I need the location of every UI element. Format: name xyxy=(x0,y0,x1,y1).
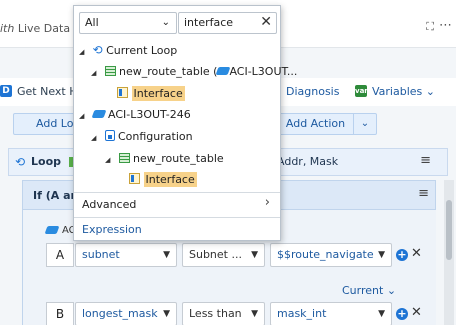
condition-operator-select[interactable]: Less than ▼ xyxy=(182,302,265,325)
condition-letter: A xyxy=(46,243,74,267)
tree-node-configuration[interactable]: ◢ Configuration xyxy=(91,127,193,147)
get-next-icon: D xyxy=(0,85,12,97)
tree-node-label: Current Loop xyxy=(106,44,178,57)
tree-node-label: Interface xyxy=(131,86,185,101)
tree-node-label: Interface xyxy=(143,172,197,187)
if-menu-icon[interactable]: ≡ xyxy=(418,186,429,201)
collapse-icon[interactable]: ◢ xyxy=(105,150,115,170)
clear-search-icon[interactable]: ✕ xyxy=(260,12,272,32)
collapse-icon[interactable]: ◢ xyxy=(79,106,89,126)
condition-field-select[interactable]: longest_mask ▼ xyxy=(75,302,177,325)
chevron-down-icon: ▼ xyxy=(163,250,170,260)
variables-dropdown[interactable]: Variables ⌄ xyxy=(372,85,435,98)
field-icon xyxy=(129,173,140,184)
field-icon xyxy=(117,87,128,98)
diagnosis-button[interactable]: Diagnosis xyxy=(286,85,339,98)
tree-node-label: ACI-L3OUT-246 xyxy=(108,108,191,121)
add-loop-button[interactable]: Add Lo xyxy=(13,113,75,135)
condition-value-select[interactable]: $$route_navigate ▼ xyxy=(270,243,392,267)
add-action-dropdown-icon[interactable]: ⌄ xyxy=(354,113,377,135)
divider xyxy=(74,217,280,218)
scope-select[interactable]: All ⌄ xyxy=(79,12,177,34)
loop-icon: ⟲ xyxy=(15,155,26,169)
current-dropdown[interactable]: Current ⌄ xyxy=(342,284,396,297)
chevron-down-icon: ▼ xyxy=(251,250,258,260)
chevron-down-icon: ⌄ xyxy=(161,17,170,28)
more-icon[interactable]: ⋯ xyxy=(439,18,452,33)
chevron-down-icon: ⌄ xyxy=(386,284,397,297)
collapse-icon[interactable]: ◢ xyxy=(91,63,101,83)
tree-node-label: new_route_table ( xyxy=(119,65,218,78)
chevron-right-icon[interactable]: › xyxy=(265,195,270,210)
device-icon xyxy=(91,110,106,118)
chevron-down-icon: ▼ xyxy=(378,309,385,319)
tree-node-table[interactable]: ◢ new_route_table xyxy=(105,149,224,169)
expand-icon[interactable]: ⛶ xyxy=(426,20,434,34)
advanced-menu-item[interactable]: Advanced xyxy=(82,198,136,211)
condition-letter: B xyxy=(46,302,74,325)
condition-field-select[interactable]: subnet ▼ xyxy=(75,243,177,267)
tree-node-label-suffix: ACI-L3OUT... xyxy=(229,65,298,78)
collapse-icon[interactable]: ◢ xyxy=(91,128,101,148)
expression-link[interactable]: Expression xyxy=(82,223,142,236)
live-data-label: ith Live Data xyxy=(0,22,71,35)
tree-node-table[interactable]: ◢ new_route_table ( ACI-L3OUT... xyxy=(91,62,297,82)
config-icon xyxy=(104,130,115,141)
scrollbar-thumb[interactable] xyxy=(446,200,452,260)
loop-fields: Addr, Mask xyxy=(277,155,339,168)
chevron-down-icon: ⌄ xyxy=(425,85,435,98)
field-picker-popup: All ⌄ interface ✕ ◢ ⟲ Current Loop ◢ new_r… xyxy=(73,5,297,241)
add-action-button[interactable]: Add Action xyxy=(277,113,354,135)
chevron-down-icon: ▼ xyxy=(163,309,170,319)
tree-node-device[interactable]: ◢ ACI-L3OUT-246 xyxy=(79,105,191,125)
table-icon xyxy=(104,66,116,76)
condition-value-select[interactable]: mask_int ▼ xyxy=(270,302,392,325)
loop-label: Loop xyxy=(31,155,61,168)
tree-node-field[interactable]: Interface xyxy=(117,84,185,104)
chevron-down-icon: ▼ xyxy=(378,250,385,260)
loop-icon: ⟲ xyxy=(92,43,103,57)
condition-operator-select[interactable]: Subnet ... ▼ xyxy=(182,243,265,267)
tree-node-label: Configuration xyxy=(118,130,193,143)
chevron-down-icon: ▼ xyxy=(251,309,258,319)
collapse-icon[interactable]: ◢ xyxy=(79,42,89,62)
tree-node-label: new_route_table xyxy=(133,152,224,165)
variables-icon: var xyxy=(355,85,368,97)
add-condition-icon[interactable]: + xyxy=(396,249,408,261)
tree-node-field[interactable]: Interface xyxy=(129,170,197,190)
loop-menu-icon[interactable]: ≡ xyxy=(420,153,431,168)
search-input[interactable]: interface ✕ xyxy=(178,12,277,34)
tree-node-current-loop[interactable]: ◢ ⟲ Current Loop xyxy=(79,40,177,60)
remove-condition-icon[interactable]: ✕ xyxy=(411,246,422,261)
divider xyxy=(74,192,280,193)
table-icon xyxy=(118,153,130,163)
add-condition-icon[interactable]: + xyxy=(396,308,408,320)
get-next-button[interactable]: Get Next H xyxy=(17,85,78,98)
remove-condition-icon[interactable]: ✕ xyxy=(411,305,422,320)
